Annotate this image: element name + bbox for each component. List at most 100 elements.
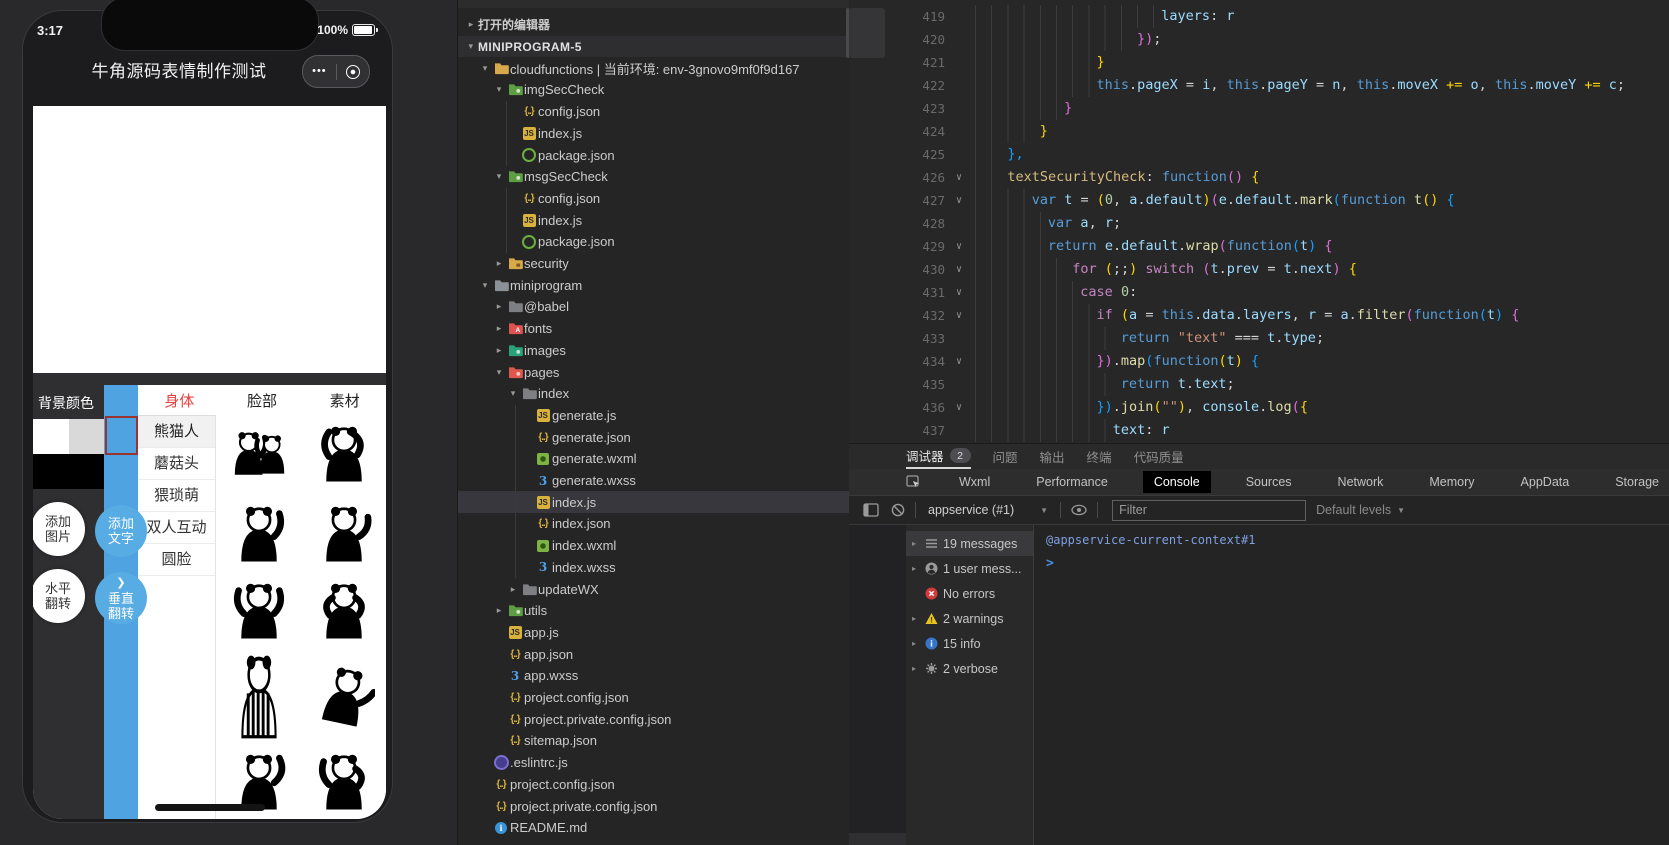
sticker-panda-striped[interactable] [216, 647, 301, 745]
console-filter-list[interactable]: ▸ 19 messages [906, 531, 1033, 556]
tree-item-generate.wxss[interactable]: 3 generate.wxss [458, 470, 912, 492]
tree-right-arrow-icon[interactable]: ▸ [492, 345, 506, 356]
debugger-tab-0[interactable]: 调试器 2 [906, 444, 971, 469]
expand-arrow-icon[interactable]: ▸ [912, 564, 920, 573]
tree-item-project.private.config.json[interactable]: {..} project.private.config.json [458, 795, 870, 817]
debugger-tab-2[interactable]: 输出 [1040, 444, 1065, 469]
sticker-panda-pair[interactable] [216, 415, 301, 493]
editor-line-426[interactable]: 426 ∨ textSecurityCheck: function() { [849, 166, 1669, 189]
explorer-section-0[interactable]: ▸ 打开的编辑器 [458, 14, 856, 36]
devtools-tab-console[interactable]: Console [1142, 471, 1211, 493]
tree-right-arrow-icon[interactable]: ▸ [492, 605, 506, 616]
close-target-icon[interactable] [345, 64, 360, 79]
devtools-tab-sources[interactable]: Sources [1235, 471, 1303, 493]
tree-item-README.md[interactable]: i README.md [458, 817, 870, 839]
tree-item-generate.js[interactable]: JS generate.js [458, 405, 912, 427]
editor-line-437[interactable]: 437 text: r [849, 419, 1669, 442]
fold-chevron-icon[interactable]: ∨ [949, 350, 969, 373]
tree-item-index.json[interactable]: {..} index.json [458, 513, 912, 535]
editor-line-428[interactable]: 428 var a, r; [849, 212, 1669, 235]
color-swatch[interactable] [33, 419, 69, 454]
devtools-tab-appdata[interactable]: AppData [1510, 471, 1581, 493]
console-filter-warning[interactable]: ▸ 2 warnings [906, 606, 1033, 631]
editor-line-429[interactable]: 429 ∨ return e.default.wrap(function(t) { [849, 235, 1669, 258]
sidebar-toggle-icon[interactable] [863, 503, 879, 517]
editor-line-430[interactable]: 430 ∨ for (;;) switch (t.prev = t.next) { [849, 258, 1669, 281]
tree-item-package.json[interactable]: package.json [458, 231, 898, 253]
tree-item-sitemap.json[interactable]: {..} sitemap.json [458, 730, 884, 752]
tree-down-arrow-icon[interactable]: ▾ [506, 388, 520, 399]
console-filter-input[interactable] [1112, 499, 1307, 521]
clear-console-icon[interactable] [891, 503, 905, 517]
tree-item-index.wxml[interactable]: index.wxml [458, 535, 912, 557]
live-expression-eye-icon[interactable] [1071, 504, 1087, 516]
tree-down-arrow-icon[interactable]: ▾ [478, 280, 492, 291]
tree-down-arrow-icon[interactable]: ▾ [464, 41, 478, 52]
devtools-tab-performance[interactable]: Performance [1025, 471, 1119, 493]
tree-item-index.js[interactable]: JS index.js [458, 491, 912, 514]
editor-line-433[interactable]: 433 return "text" === t.type; [849, 327, 1669, 350]
fold-chevron-icon[interactable]: ∨ [949, 304, 969, 327]
tree-item-index.js[interactable]: JS index.js [458, 209, 898, 231]
sticker-panda-point[interactable] [216, 493, 301, 575]
tree-item-fonts[interactable]: ▸ Afonts [458, 318, 884, 340]
fold-chevron-icon[interactable]: ∨ [949, 235, 969, 258]
editor-line-431[interactable]: 431 ∨ case 0: [849, 281, 1669, 304]
tree-item-app.json[interactable]: {..} app.json [458, 643, 884, 665]
expand-arrow-icon[interactable]: ▸ [912, 664, 920, 673]
add-text-button[interactable]: 添加 文字 [95, 505, 147, 557]
sticker-panda-sweep[interactable] [301, 647, 386, 745]
category-item-3[interactable]: 双人互动 [138, 512, 215, 544]
tree-down-arrow-icon[interactable]: ▾ [492, 367, 506, 378]
fold-chevron-icon[interactable]: ∨ [949, 281, 969, 304]
tree-right-arrow-icon[interactable]: ▸ [492, 301, 506, 312]
devtools-tab-storage[interactable]: Storage [1604, 471, 1669, 493]
tree-item-generate.wxml[interactable]: generate.wxml [458, 448, 912, 470]
expand-arrow-icon[interactable]: ▸ [912, 539, 920, 548]
tree-item-index.js[interactable]: JS index.js [458, 123, 898, 145]
category-item-2[interactable]: 猥琐萌 [138, 480, 215, 512]
console-filter-info[interactable]: ▸ 15 info [906, 631, 1033, 656]
tree-item-config.json[interactable]: {..} config.json [458, 101, 898, 123]
sticker-tab-0[interactable]: 身体 [164, 390, 194, 411]
tree-item-index[interactable]: ▾ index [458, 383, 898, 405]
tree-item-project.config.json[interactable]: {..} project.config.json [458, 687, 884, 709]
tree-item-imgSecCheck[interactable]: ▾ imgSecCheck [458, 79, 884, 101]
color-swatch[interactable] [33, 454, 69, 489]
devtools-tab-network[interactable]: Network [1327, 471, 1395, 493]
debugger-tab-1[interactable]: 问题 [993, 444, 1018, 469]
console-output[interactable]: @appservice-current-context#1 > [1034, 525, 1669, 845]
tree-item-pages[interactable]: ▾ pages [458, 361, 884, 383]
tree-item-.eslintrc.js[interactable]: .eslintrc.js [458, 752, 870, 774]
category-item-4[interactable]: 圆脸 [138, 544, 215, 576]
tree-item-app.js[interactable]: JS app.js [458, 622, 884, 644]
devtools-tab-memory[interactable]: Memory [1418, 471, 1485, 493]
editor-line-423[interactable]: 423} [849, 97, 1669, 120]
tree-item-app.wxss[interactable]: 3 app.wxss [458, 665, 884, 687]
tree-right-arrow-icon[interactable]: ▸ [464, 19, 478, 30]
tree-right-arrow-icon[interactable]: ▸ [492, 258, 506, 269]
editor-line-420[interactable]: 420}); [849, 28, 1669, 51]
sticker-panda-shy[interactable] [301, 575, 386, 647]
expand-arrow-icon[interactable]: ▸ [912, 614, 920, 623]
fold-chevron-icon[interactable]: ∨ [949, 166, 969, 189]
editor-line-432[interactable]: 432 ∨ if (a = this.data.layers, r = a.filt… [849, 304, 1669, 327]
debugger-tab-4[interactable]: 代码质量 [1134, 444, 1184, 469]
tree-item-project.private.config.json[interactable]: {..} project.private.config.json [458, 708, 884, 730]
tree-down-arrow-icon[interactable]: ▾ [492, 171, 506, 182]
console-prompt[interactable]: > [1046, 556, 1054, 571]
editor-line-424[interactable]: 424} [849, 120, 1669, 143]
category-item-0[interactable]: 熊猫人 [138, 415, 215, 448]
editor-line-436[interactable]: 436 ∨}).join(""), console.log({ [849, 396, 1669, 419]
sticker-panda-slingshot[interactable] [301, 415, 386, 493]
inspect-element-icon[interactable] [906, 474, 922, 490]
tree-item-config.json[interactable]: {..} config.json [458, 188, 898, 210]
sticker-panda-arms-up[interactable] [216, 575, 301, 647]
tree-item-index.wxss[interactable]: 3 index.wxss [458, 557, 912, 579]
tree-right-arrow-icon[interactable]: ▸ [506, 584, 520, 595]
more-menu-icon[interactable]: ••• [312, 66, 327, 77]
console-filter-verbose[interactable]: ▸ 2 verbose [906, 656, 1033, 681]
tree-down-arrow-icon[interactable]: ▾ [478, 63, 492, 74]
tree-item-security[interactable]: ▸ security [458, 253, 884, 275]
log-levels-dropdown[interactable]: Default levels ▼ [1316, 503, 1405, 517]
